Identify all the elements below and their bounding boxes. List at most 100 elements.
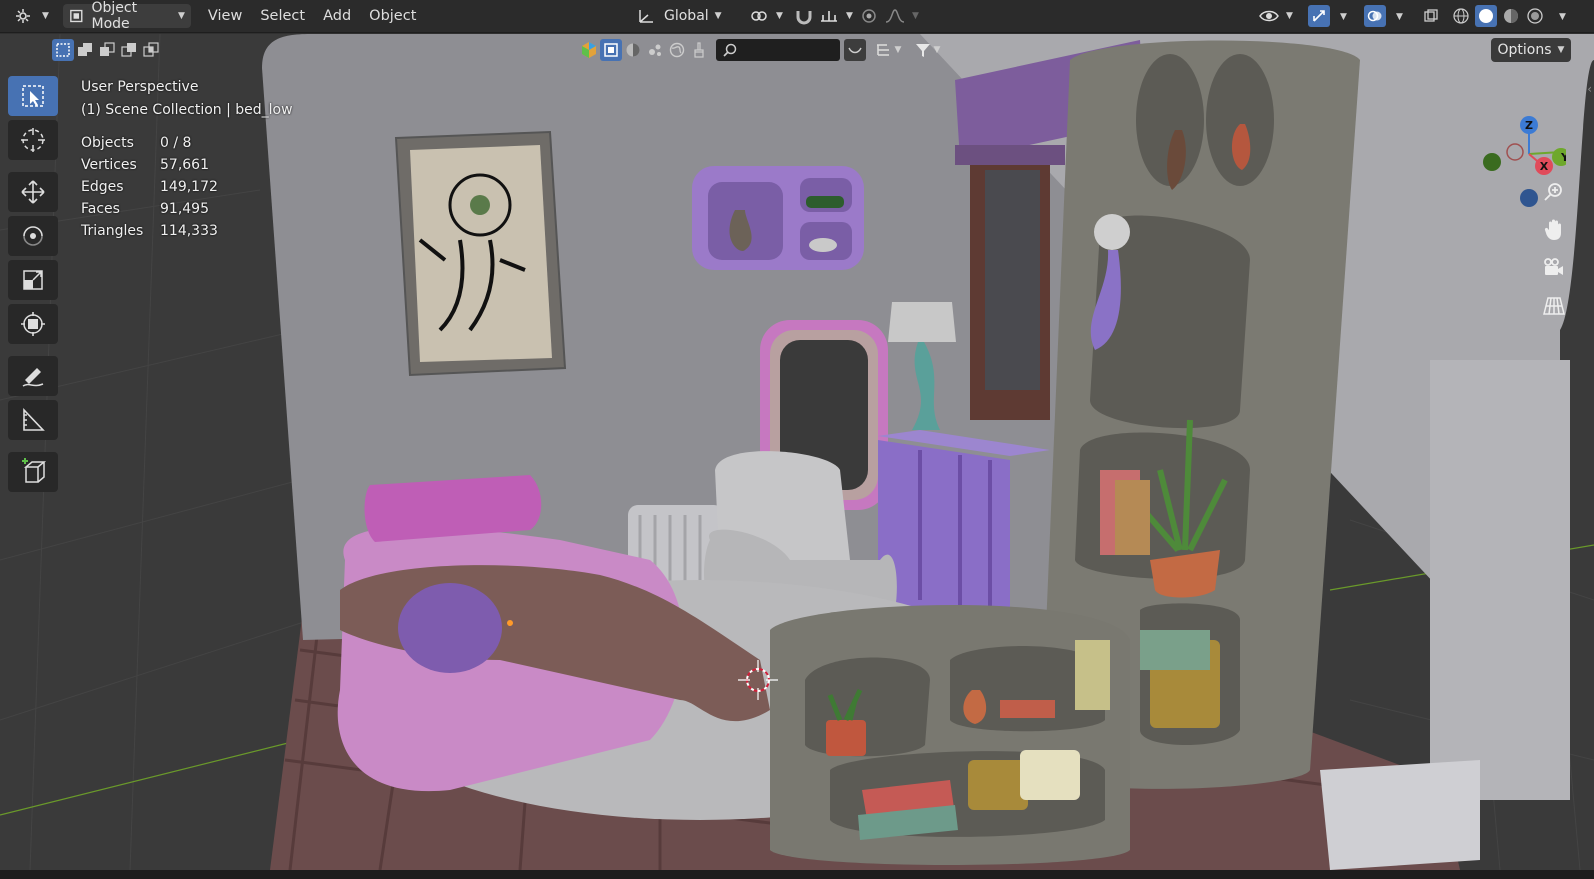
shading-solid-button[interactable] xyxy=(1475,5,1497,27)
filter-particles-button[interactable] xyxy=(644,39,666,61)
shading-dropdown-chevron-icon[interactable]: ▼ xyxy=(1559,12,1566,22)
stats-key: Triangles xyxy=(81,223,144,239)
xray-toggle[interactable] xyxy=(1420,5,1442,27)
snap-target-selector[interactable]: ▼ xyxy=(812,4,859,28)
hierarchy-list-icon xyxy=(876,44,889,56)
options-dropdown[interactable]: Options ▼ xyxy=(1491,38,1571,62)
select-extend-button[interactable] xyxy=(74,39,96,61)
chevron-down-icon: ▼ xyxy=(894,45,902,55)
rotate-tool[interactable] xyxy=(8,216,58,256)
stats-key: Vertices xyxy=(81,157,137,173)
filter-world-button[interactable] xyxy=(666,39,688,61)
menu-object[interactable]: Object xyxy=(360,4,425,28)
shading-material-button[interactable] xyxy=(1500,5,1522,27)
add-cube-icon xyxy=(22,458,47,483)
solid-sphere-icon xyxy=(1479,9,1493,23)
orientation-label: Global xyxy=(664,8,709,24)
filter-selector[interactable]: ▼ xyxy=(910,39,944,61)
transform-icon xyxy=(21,312,45,336)
menu-add[interactable]: Add xyxy=(314,4,360,28)
sidebar-toggle-chevron-icon[interactable]: ‹ xyxy=(1587,82,1592,96)
stats-value: 91,495 xyxy=(160,201,209,217)
shading-rendered-button[interactable] xyxy=(1524,5,1546,27)
select-invert-icon xyxy=(121,43,136,57)
projection-toggle-button[interactable] xyxy=(1538,290,1570,322)
scale-tool[interactable] xyxy=(8,260,58,300)
shading-wireframe-button[interactable] xyxy=(1450,5,1472,27)
filter-paint-button[interactable] xyxy=(688,39,710,61)
zoom-button[interactable] xyxy=(1538,176,1570,208)
wireframe-sphere-icon xyxy=(1453,8,1469,24)
menu-view[interactable]: View xyxy=(199,4,251,28)
transform-orientation-selector[interactable]: Global ▼ xyxy=(630,4,730,28)
options-label: Options xyxy=(1497,42,1552,58)
select-box-tool[interactable] xyxy=(8,76,58,116)
move-tool[interactable] xyxy=(8,172,58,212)
stats-table: Objects 0 / 8 Vertices 57,661 Edges 149,172… xyxy=(81,132,218,242)
add-cube-tool[interactable] xyxy=(8,452,58,492)
select-subtract-button[interactable] xyxy=(96,39,118,61)
particles-icon xyxy=(649,44,661,56)
annotate-pencil-icon xyxy=(22,368,44,387)
status-bar xyxy=(0,870,1594,879)
gizmo-icon xyxy=(1313,10,1325,22)
proportional-falloff-selector[interactable]: ▼ xyxy=(878,4,925,28)
scale-icon xyxy=(23,270,43,290)
magnet-icon xyxy=(796,11,812,25)
select-new-button[interactable] xyxy=(52,39,74,61)
object-types-visibility-button[interactable] xyxy=(578,39,600,61)
3d-viewport[interactable]: User Perspective (1) Scene Collection | … xyxy=(0,34,1594,870)
filter-mesh-button[interactable] xyxy=(600,39,622,61)
chevron-down-icon: ▼ xyxy=(846,11,853,21)
stats-value: 0 / 8 xyxy=(160,135,192,151)
eye-icon xyxy=(1259,10,1279,22)
overlays-dropdown-chevron-icon[interactable]: ▼ xyxy=(1396,12,1403,22)
perspective-label: User Perspective xyxy=(81,79,199,95)
xray-icon xyxy=(1424,9,1438,22)
low-shelf xyxy=(770,605,1130,865)
select-subtract-icon xyxy=(100,42,115,56)
falloff-curve-icon xyxy=(885,9,905,23)
mode-selector[interactable]: Object Mode ▼ xyxy=(62,0,191,32)
object-mode-icon xyxy=(70,9,83,23)
camera-view-button[interactable] xyxy=(1538,252,1570,284)
chevron-down-icon: ▼ xyxy=(912,11,919,21)
zoom-icon xyxy=(1544,183,1562,201)
ruler-icon xyxy=(23,407,45,431)
menu-select[interactable]: Select xyxy=(251,4,314,28)
transform-tool[interactable] xyxy=(8,304,58,344)
stats-key: Objects xyxy=(81,135,134,151)
measure-tool[interactable] xyxy=(8,400,58,440)
pan-button[interactable] xyxy=(1538,214,1570,246)
curve-arc-icon xyxy=(848,47,862,54)
colored-hexagon-icon xyxy=(582,42,596,58)
gizmo-dropdown-chevron-icon[interactable]: ▼ xyxy=(1340,12,1347,22)
chevron-down-icon: ▼ xyxy=(1286,11,1293,21)
gizmo-toggle[interactable] xyxy=(1308,5,1330,27)
sort-selector[interactable]: ▼ xyxy=(872,39,904,61)
overlays-toggle[interactable] xyxy=(1364,5,1386,27)
stats-key: Edges xyxy=(81,179,124,195)
axis-z-label: Z xyxy=(1525,119,1533,132)
wall-shelf xyxy=(692,166,864,270)
cursor-select-icon xyxy=(22,85,44,107)
object-visibility-selector[interactable]: ▼ xyxy=(1252,4,1299,28)
annotate-tool[interactable] xyxy=(8,356,58,396)
chevron-down-icon: ▼ xyxy=(178,11,185,21)
viewport-search-input[interactable] xyxy=(716,39,840,61)
world-icon xyxy=(669,42,685,58)
selection-mode-group xyxy=(52,36,162,64)
stats-key: Faces xyxy=(81,201,120,217)
pivot-point-selector[interactable]: ▼ xyxy=(742,4,789,28)
brush-icon xyxy=(694,42,704,58)
select-intersect-button[interactable] xyxy=(140,39,162,61)
stats-row: Edges 149,172 xyxy=(81,176,218,198)
3d-cursor-icon xyxy=(21,128,45,152)
chevron-down-icon: ▼ xyxy=(1557,45,1565,55)
cursor-tool[interactable] xyxy=(8,120,58,160)
material-ball-icon xyxy=(626,43,640,57)
editor-type-selector[interactable]: ▼ xyxy=(8,4,55,28)
select-invert-button[interactable] xyxy=(118,39,140,61)
curve-filter-button[interactable] xyxy=(844,39,866,61)
filter-material-button[interactable] xyxy=(622,39,644,61)
